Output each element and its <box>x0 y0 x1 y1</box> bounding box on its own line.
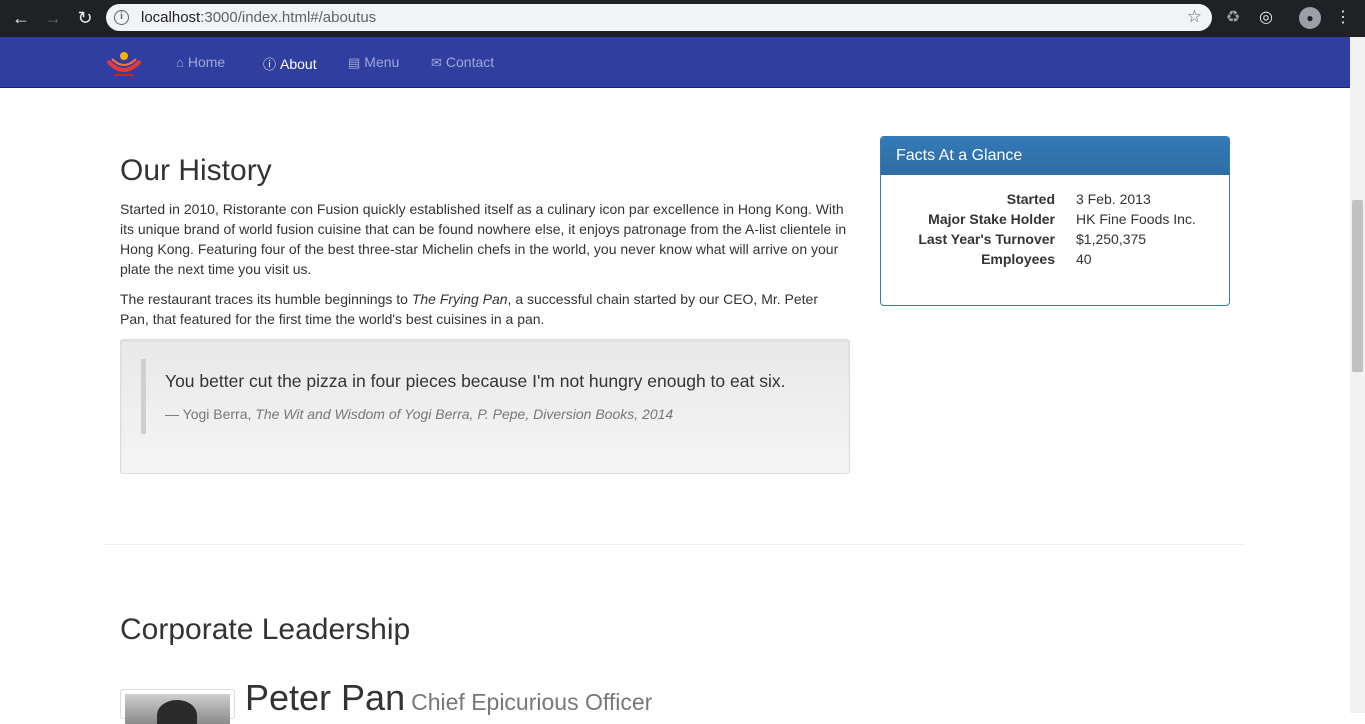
info-icon[interactable]: i <box>114 10 129 25</box>
browser-toolbar: ← → ↻ i localhost:3000/index.html#/about… <box>0 0 1365 37</box>
leadership-heading: Corporate Leadership <box>120 613 411 646</box>
nav-home-label: Home <box>187 54 226 70</box>
nav-home[interactable]: ⌂ Home <box>176 54 225 70</box>
history-paragraph-2: The restaurant traces its humble beginni… <box>120 289 850 329</box>
info-icon: ⓘ <box>263 57 277 72</box>
kebab-menu-icon[interactable]: ⋮ <box>1332 7 1354 29</box>
profile-avatar-icon[interactable]: ● <box>1299 7 1321 29</box>
bookmark-star-icon[interactable]: ☆ <box>1187 7 1202 27</box>
nav-contact[interactable]: ✉ Contact <box>431 54 494 71</box>
fact-key: Major Stake Holder <box>928 211 1055 227</box>
address-bar[interactable]: i localhost:3000/index.html#/aboutus ☆ <box>106 4 1212 31</box>
fact-value: 3 Feb. 2013 <box>1076 191 1151 207</box>
leader-name: Peter Pan <box>245 677 406 718</box>
home-icon: ⌂ <box>176 55 184 70</box>
nav-menu[interactable]: ▤ Menu <box>348 54 399 71</box>
list-icon: ▤ <box>348 55 361 70</box>
url-text[interactable]: localhost:3000/index.html#/aboutus <box>141 9 376 26</box>
page-scrollbar[interactable] <box>1350 37 1365 713</box>
nav-menu-label: Menu <box>364 54 400 70</box>
facts-list: Started 3 Feb. 2013 Major Stake Holder H… <box>881 191 1229 271</box>
blockquote-border <box>141 359 146 434</box>
leader-photo-head <box>157 700 197 724</box>
url-host: localhost <box>141 9 201 26</box>
fact-row-started: Started 3 Feb. 2013 <box>881 191 1229 211</box>
para2-text-start: The restaurant traces its humble beginni… <box>120 291 412 307</box>
fact-key: Last Year's Turnover <box>918 231 1055 247</box>
fact-value: 40 <box>1076 251 1092 267</box>
quote-author: — Yogi Berra, <box>165 406 256 422</box>
back-arrow-icon[interactable]: ← <box>10 8 32 28</box>
fact-key: Started <box>1006 191 1055 207</box>
forward-arrow-icon[interactable]: → <box>42 8 64 28</box>
nav-about-label: About <box>280 56 317 72</box>
envelope-icon: ✉ <box>431 55 442 70</box>
nav-contact-label: Contact <box>445 54 495 70</box>
recycle-extension-icon[interactable]: ♻ <box>1222 7 1244 29</box>
facts-panel: Facts At a Glance Started 3 Feb. 2013 Ma… <box>880 136 1230 306</box>
history-paragraph-1: Started in 2010, Ristorante con Fusion q… <box>120 201 847 277</box>
frying-pan-emphasis: The Frying Pan <box>411 291 508 307</box>
leader-photo <box>120 689 235 724</box>
site-navbar: ⌂ Home ⓘ About ▤ Menu ✉ Contact <box>0 37 1350 88</box>
leader-title: Chief Epicurious Officer <box>411 689 653 715</box>
facts-panel-title: Facts At a Glance <box>881 137 1229 175</box>
section-divider <box>105 544 1245 545</box>
target-extension-icon[interactable]: ◎ <box>1255 7 1277 29</box>
url-path: :3000/index.html#/aboutus <box>200 9 377 26</box>
quote-well: You better cut the pizza in four pieces … <box>120 339 850 474</box>
reload-icon[interactable]: ↻ <box>74 8 96 28</box>
leader-photo-image <box>125 694 230 724</box>
fact-value: HK Fine Foods Inc. <box>1076 211 1196 227</box>
fact-row-stakeholder: Major Stake Holder HK Fine Foods Inc. <box>881 211 1229 231</box>
quote-text: You better cut the pizza in four pieces … <box>165 371 786 391</box>
fact-row-employees: Employees 40 <box>881 251 1229 271</box>
restaurant-logo[interactable] <box>104 49 144 79</box>
history-heading: Our History <box>120 154 272 187</box>
quote-source: The Wit and Wisdom of Yogi Berra, P. Pep… <box>255 406 674 422</box>
fact-value: $1,250,375 <box>1076 231 1147 247</box>
nav-about[interactable]: ⓘ About <box>263 54 317 73</box>
quote-footer: — Yogi Berra, The Wit and Wisdom of Yogi… <box>165 406 673 422</box>
fact-key: Employees <box>981 251 1055 267</box>
fact-row-turnover: Last Year's Turnover $1,250,375 <box>881 231 1229 251</box>
scrollbar-thumb[interactable] <box>1352 200 1363 372</box>
